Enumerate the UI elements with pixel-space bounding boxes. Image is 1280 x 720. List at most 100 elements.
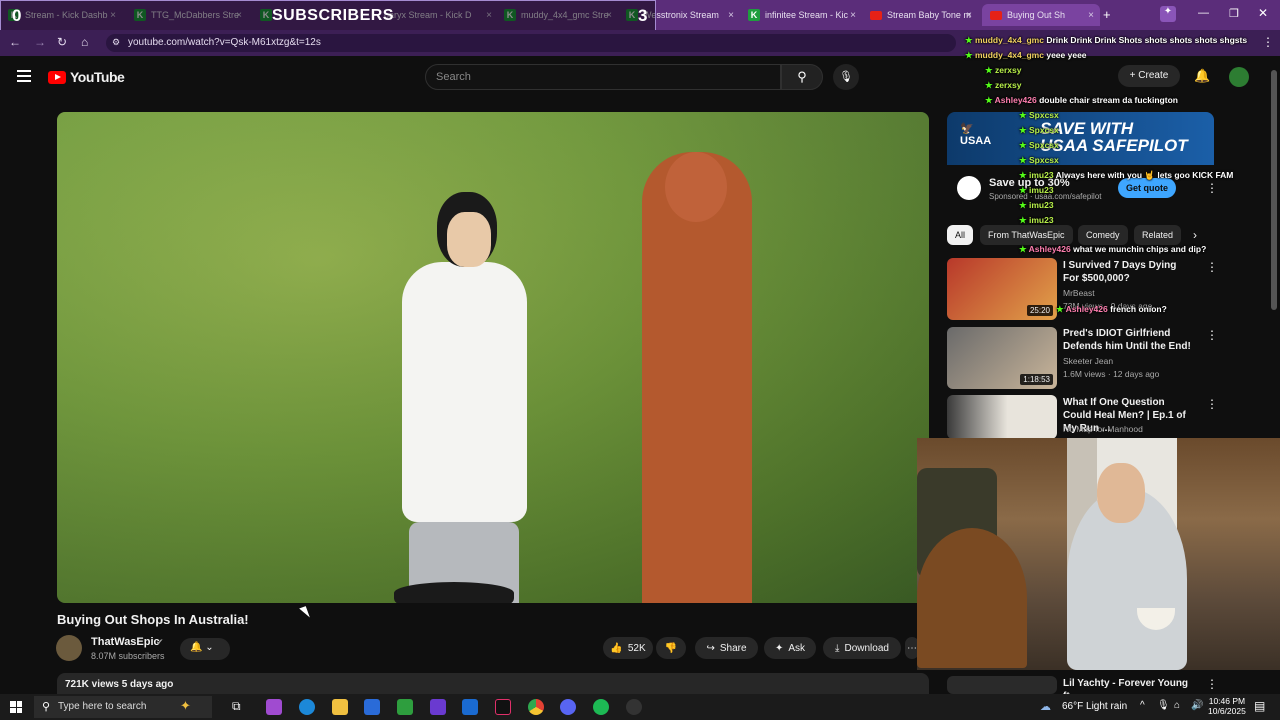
back-icon[interactable]: ← xyxy=(9,35,21,49)
share-button[interactable]: ↪ Share xyxy=(695,637,758,659)
recommendation-thumbnail[interactable] xyxy=(947,395,1057,439)
youtube-logo[interactable]: YouTube xyxy=(48,69,125,85)
outlook-icon[interactable] xyxy=(462,699,478,715)
chip-comedy[interactable]: Comedy xyxy=(1078,225,1128,245)
new-tab-icon[interactable]: + xyxy=(1103,7,1111,22)
chat-badge-icon: ★ xyxy=(1019,200,1029,210)
description-box[interactable]: 721K views 5 days ago xyxy=(57,673,929,695)
copilot-icon[interactable]: ✦ xyxy=(1160,6,1176,22)
recommendation-menu-icon[interactable]: ⋮ xyxy=(1206,328,1218,342)
chat-message: ★ zerxsy xyxy=(985,65,1021,76)
minimize-icon[interactable]: — xyxy=(1198,7,1209,19)
like-button[interactable]: 👍 52K xyxy=(603,637,653,659)
site-info-icon[interactable]: ⚙ xyxy=(112,37,120,48)
browser-tab-active[interactable]: Buying Out Sh × xyxy=(982,4,1100,26)
obs-icon[interactable] xyxy=(626,699,642,715)
chip-all[interactable]: All xyxy=(947,225,974,245)
chat-message: ★ imu23 Always here with you 🤘 lets goo … xyxy=(1019,170,1233,181)
chip-from-channel[interactable]: From ThatWasEpic xyxy=(980,225,1073,245)
tray-chevron-icon[interactable]: ^ xyxy=(1140,700,1145,711)
edge-icon[interactable] xyxy=(299,699,315,715)
chat-username: zerxsy xyxy=(994,80,1022,90)
microphone-icon: 🎙 xyxy=(839,71,853,83)
subscriber-count-left: 0 xyxy=(12,6,22,25)
recommendation-channel[interactable]: MrBeast xyxy=(1063,288,1095,298)
recommendation-thumbnail[interactable]: 1:18:53 xyxy=(947,327,1057,389)
close-tab-icon[interactable]: × xyxy=(728,10,734,21)
chip-related[interactable]: Related xyxy=(1134,225,1182,245)
account-avatar[interactable] xyxy=(1229,67,1249,87)
more-icon: ⋯ xyxy=(907,642,917,654)
close-tab-icon[interactable]: × xyxy=(1088,10,1094,21)
subscriber-count-right: 3 xyxy=(638,6,648,25)
ad-menu-icon[interactable]: ⋮ xyxy=(1206,181,1218,195)
channel-name[interactable]: ThatWasEpic xyxy=(91,636,160,648)
notifications-bell-icon[interactable]: 🔔 xyxy=(1194,68,1210,84)
hamburger-menu-icon[interactable] xyxy=(17,70,31,82)
chat-username: imu23 xyxy=(1028,200,1054,210)
reload-icon[interactable]: ↻ xyxy=(57,35,67,49)
search-button[interactable]: ⚲ xyxy=(781,64,823,90)
app-icon[interactable] xyxy=(430,699,446,715)
notification-center-icon[interactable]: ▤ xyxy=(1254,699,1265,713)
channel-avatar[interactable] xyxy=(56,635,82,661)
browser-tab[interactable]: Stream Baby Tone m × xyxy=(862,4,978,26)
voice-search-button[interactable]: 🎙 xyxy=(833,64,859,90)
close-window-icon[interactable]: ✕ xyxy=(1258,6,1268,20)
maximize-icon[interactable]: ❐ xyxy=(1229,7,1239,20)
volume-icon[interactable]: 🔊 xyxy=(1191,700,1203,711)
download-button[interactable]: ⤓ Download xyxy=(823,637,901,659)
close-tab-icon[interactable]: × xyxy=(850,10,856,21)
chrome-icon[interactable] xyxy=(528,699,544,715)
recommendation-title[interactable]: I Survived 7 Days Dying For $500,000? xyxy=(1063,259,1193,285)
get-quote-button[interactable]: Get quote xyxy=(1118,178,1176,198)
url-field[interactable]: youtube.com/watch?v=Qsk-M61xtzg&t=12s xyxy=(106,34,956,52)
close-tab-icon[interactable]: × xyxy=(966,10,972,21)
recommendation-menu-icon[interactable]: ⋮ xyxy=(1206,260,1218,274)
windows-start-icon[interactable] xyxy=(10,701,22,713)
recommendation-channel[interactable]: No Map for Manhood xyxy=(1063,424,1143,434)
recommendation-title[interactable]: Pred's IDIOT Girlfriend Defends him Unti… xyxy=(1063,327,1193,353)
chat-username: zerxsy xyxy=(994,65,1022,75)
video-person-face xyxy=(447,212,491,267)
dislike-button[interactable]: 👎 xyxy=(656,637,686,659)
create-button[interactable]: + Create xyxy=(1118,65,1180,87)
browser-menu-icon[interactable]: ⋮ xyxy=(1262,35,1274,49)
file-explorer-icon[interactable] xyxy=(332,699,348,715)
chat-badge-icon: ★ xyxy=(1019,185,1029,195)
chat-badge-icon: ★ xyxy=(1019,140,1029,150)
recommendation-menu-icon[interactable]: ⋮ xyxy=(1206,397,1218,411)
video-person-body xyxy=(402,262,527,522)
forward-icon[interactable]: → xyxy=(34,35,46,49)
network-icon[interactable]: ⌂ xyxy=(1174,700,1180,711)
taskbar-clock[interactable]: 10:46 PM 10/6/2025 xyxy=(1208,696,1246,716)
copilot-app-icon[interactable] xyxy=(266,699,282,715)
browser-tab[interactable]: Kinfinitee Stream - Kic × xyxy=(740,4,862,26)
microphone-tray-icon[interactable]: 🎙 xyxy=(1157,700,1170,711)
chat-username: Ashley426 xyxy=(1065,304,1108,314)
subscription-bell-button[interactable]: 🔔 ⌄ xyxy=(180,638,230,660)
chevron-right-icon[interactable]: › xyxy=(1193,228,1197,242)
recommendation-menu-icon[interactable]: ⋮ xyxy=(1206,677,1218,691)
spotify-icon[interactable] xyxy=(593,699,609,715)
weather-text[interactable]: 66°F Light rain xyxy=(1062,701,1127,712)
chat-message: ★ muddy_4x4_gmc yeee yeee xyxy=(965,50,1087,61)
chat-message: ★ Ashley426 french onion? xyxy=(1056,304,1167,315)
search-input[interactable]: Search xyxy=(425,64,781,90)
ask-button[interactable]: ✦ Ask xyxy=(764,637,816,659)
video-player[interactable] xyxy=(57,112,929,603)
tiktok-icon[interactable] xyxy=(495,699,511,715)
webcam-chair xyxy=(917,528,1027,668)
xbox-icon[interactable] xyxy=(397,699,413,715)
recommendation-thumbnail[interactable]: 25:20 xyxy=(947,258,1057,320)
task-view-icon[interactable]: ⧉ xyxy=(232,699,248,715)
discord-icon[interactable] xyxy=(560,699,576,715)
home-icon[interactable]: ⌂ xyxy=(81,35,88,49)
store-icon[interactable] xyxy=(364,699,380,715)
recommendation-channel[interactable]: Skeeter Jean xyxy=(1063,356,1113,366)
chat-badge-icon: ★ xyxy=(985,65,995,75)
recommendation-thumbnail[interactable] xyxy=(947,676,1057,694)
page-scrollbar[interactable] xyxy=(1271,70,1277,310)
chat-badge-icon: ★ xyxy=(1019,125,1029,135)
chat-badge-icon: ★ xyxy=(965,35,975,45)
